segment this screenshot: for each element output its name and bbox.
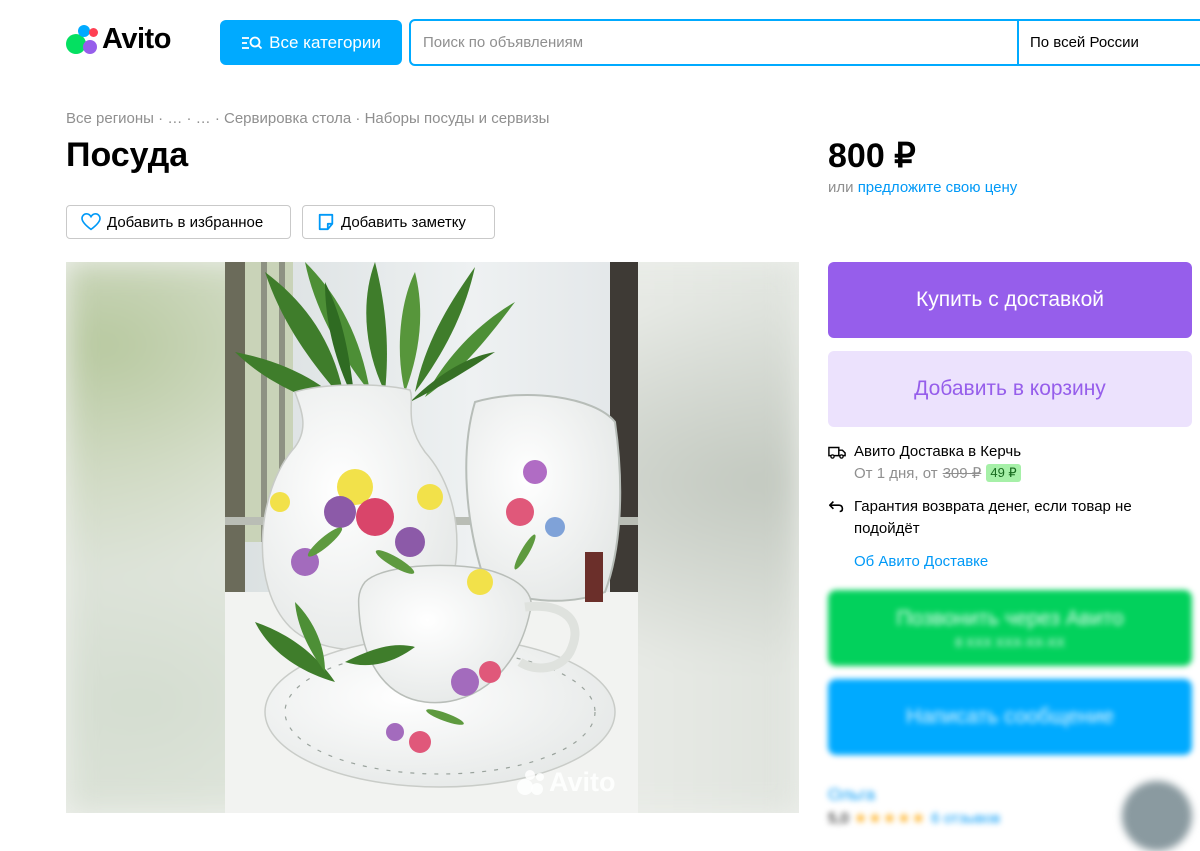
- region-select[interactable]: По всей России: [1017, 21, 1200, 64]
- guarantee-text: Гарантия возврата денег, если товар не п…: [854, 498, 1132, 537]
- delivery-old-price: 309 ₽: [942, 465, 982, 482]
- breadcrumb-separator: ·: [182, 110, 196, 127]
- call-phone: 8 XXX XXX-XX-XX: [955, 634, 1065, 650]
- seller-rating-value: 5,0: [828, 809, 849, 827]
- message-button[interactable]: Написать сообщение: [828, 679, 1192, 755]
- avito-watermark: Avito: [516, 767, 616, 798]
- offer-prefix: или: [828, 179, 854, 196]
- breadcrumb: Все регионы · … · … · Сервировка стола ·…: [66, 110, 549, 127]
- delivery-time: От 1 дня, от: [854, 464, 938, 482]
- region-label: По всей России: [1030, 34, 1139, 51]
- delivery-title: Авито Доставка в Керчь: [854, 443, 1022, 460]
- buy-with-delivery-button[interactable]: Купить с доставкой: [828, 262, 1192, 338]
- offer-price-link[interactable]: предложите свою цену: [858, 179, 1018, 196]
- add-to-cart-label: Добавить в корзину: [914, 377, 1106, 400]
- search-bar: По всей России: [409, 19, 1200, 66]
- page-title: Посуда: [66, 136, 189, 174]
- seller-rating: 5,0 ★★★★★ 6 отзывов: [828, 809, 1000, 828]
- return-arrow-icon: [828, 501, 844, 513]
- message-label: Написать сообщение: [906, 705, 1114, 728]
- heart-icon: [81, 213, 101, 231]
- add-note-label: Добавить заметку: [341, 213, 466, 231]
- about-delivery-link[interactable]: Об Авито Доставке: [854, 553, 988, 570]
- menu-search-icon: [242, 36, 263, 49]
- guarantee-info: Гарантия возврата денег, если товар не п…: [828, 496, 1168, 540]
- seller-reviews-link[interactable]: 6 отзывов: [931, 810, 1000, 827]
- delivery-discount-badge: 49 ₽: [986, 464, 1021, 482]
- offer-price-line: или предложите свою цену: [828, 179, 1017, 196]
- watermark-text: Avito: [549, 767, 616, 797]
- add-favorite-label: Добавить в избранное: [107, 213, 264, 231]
- tableware-photo: [225, 262, 638, 813]
- rating-stars-icon: ★★★★★: [853, 810, 927, 827]
- all-categories-label: Все категории: [269, 32, 381, 52]
- delivery-price-line: От 1 дня, от 309 ₽ 49 ₽: [854, 464, 1021, 482]
- breadcrumb-item-hidden[interactable]: …: [196, 110, 211, 127]
- breadcrumb-separator: ·: [351, 110, 365, 127]
- logo-dots-icon: [66, 22, 100, 56]
- watermark-dots-icon: [517, 769, 544, 795]
- buy-with-delivery-label: Купить с доставкой: [915, 288, 1105, 311]
- price: 800 ₽: [828, 137, 916, 175]
- breadcrumb-item-regions[interactable]: Все регионы: [66, 110, 154, 127]
- listing-photo[interactable]: Avito: [66, 262, 799, 813]
- call-button[interactable]: Позвонить через Авито 8 XXX XXX-XX-XX: [828, 590, 1192, 666]
- seller-name[interactable]: Ольга: [828, 785, 1000, 805]
- add-favorite-button[interactable]: Добавить в избранное: [66, 205, 291, 239]
- search-input[interactable]: [411, 21, 1017, 64]
- call-label: Позвонить через Авито: [896, 606, 1124, 630]
- breadcrumb-separator: ·: [153, 110, 168, 127]
- truck-icon: [828, 446, 846, 459]
- breadcrumb-item-serving[interactable]: Сервировка стола: [224, 110, 351, 127]
- all-categories-button[interactable]: Все категории: [220, 20, 402, 65]
- logo-text: Avito: [102, 22, 171, 55]
- avito-logo[interactable]: Avito: [66, 22, 171, 56]
- breadcrumb-item-dish-sets[interactable]: Наборы посуды и сервизы: [365, 110, 550, 127]
- seller-info[interactable]: Ольга 5,0 ★★★★★ 6 отзывов: [828, 785, 1000, 827]
- add-note-button[interactable]: Добавить заметку: [302, 205, 495, 239]
- delivery-info: Авито Доставка в Керчь: [828, 441, 1021, 463]
- add-to-cart-button[interactable]: Добавить в корзину: [828, 351, 1192, 427]
- breadcrumb-separator: ·: [210, 110, 224, 127]
- note-icon: [318, 213, 334, 231]
- seller-avatar[interactable]: [1122, 781, 1192, 851]
- breadcrumb-item-hidden[interactable]: …: [167, 110, 182, 127]
